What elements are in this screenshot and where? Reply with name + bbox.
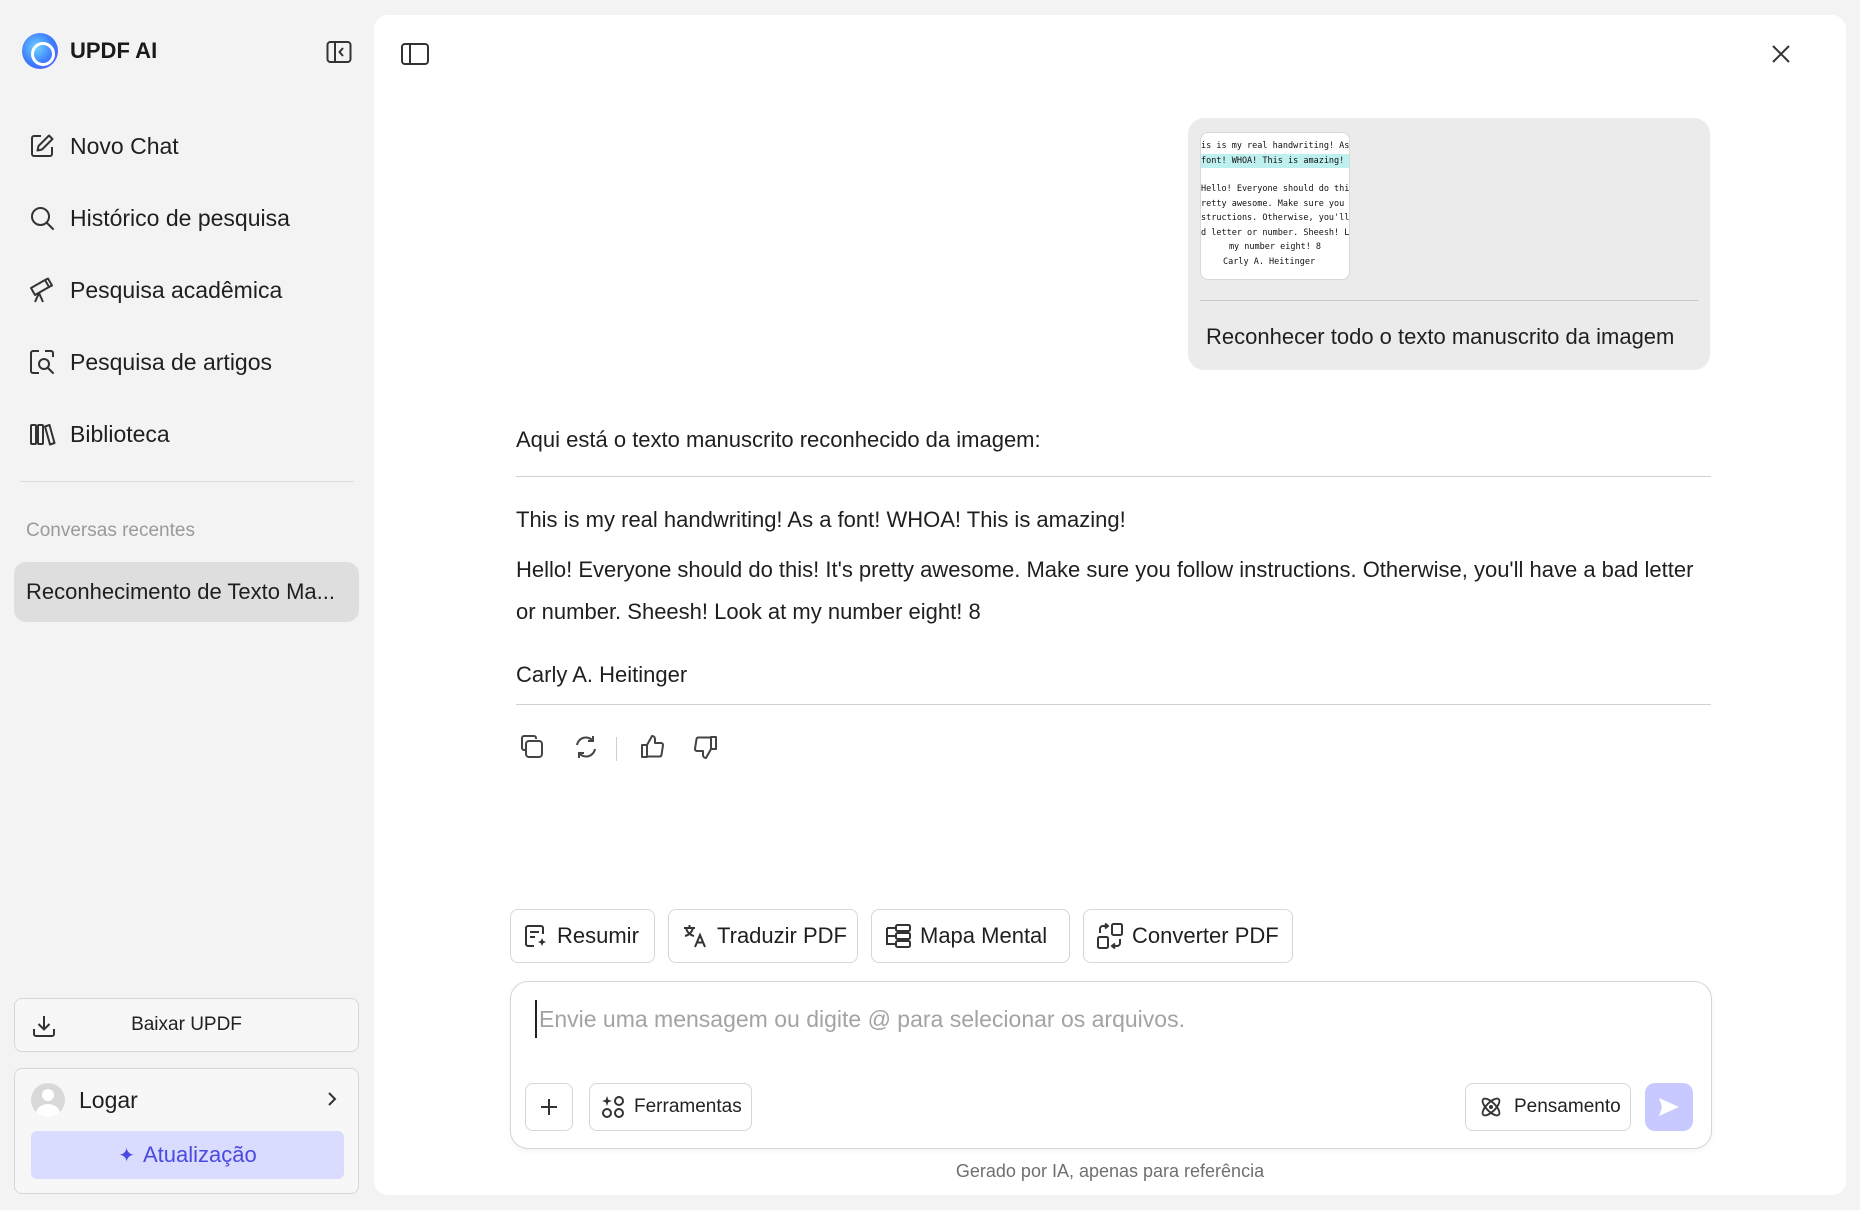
bubble-divider: [1200, 300, 1698, 301]
tools-button[interactable]: Ferramentas: [589, 1083, 752, 1131]
thumbnail-line: is is my real handwriting! As a: [1201, 141, 1350, 151]
thumbnail-line: retty awesome. Make sure you follo: [1201, 198, 1349, 209]
answer-divider: [516, 476, 1711, 477]
summarize-button[interactable]: Resumir: [510, 909, 655, 963]
download-icon: [31, 1013, 57, 1045]
assistant-intro: Aqui está o texto manuscrito reconhecido…: [516, 427, 1041, 452]
sparkle-icon: ✦: [118, 1144, 135, 1167]
message-input[interactable]: [535, 1000, 1635, 1038]
search-icon: [28, 204, 56, 232]
updf-ai-window: UPDF AI Novo Chat Histórico de pesquisa: [0, 0, 1860, 1210]
plus-icon: [541, 1099, 557, 1115]
sidebar-divider: [20, 481, 354, 482]
atom-icon: [1478, 1094, 1504, 1120]
copy-icon: [521, 735, 543, 758]
thumbs-up-button[interactable]: [636, 731, 668, 763]
telescope-icon: [28, 276, 56, 304]
sidebar: UPDF AI Novo Chat Histórico de pesquisa: [0, 0, 374, 1210]
mind-map-button[interactable]: Mapa Mental: [871, 909, 1070, 963]
chevron-right-icon[interactable]: [325, 1089, 339, 1114]
answer-paragraph: Carly A. Heitinger: [516, 662, 688, 687]
thumbnail-gap: [1201, 168, 1349, 182]
convert-pdf-button[interactable]: Converter PDF: [1083, 909, 1293, 963]
thumbs-up-icon: [641, 735, 664, 758]
sidebar-item-label: Biblioteca: [70, 420, 170, 447]
sidebar-item-novo-chat[interactable]: Novo Chat: [28, 110, 290, 182]
close-icon: [1772, 45, 1790, 63]
regenerate-button[interactable]: [570, 731, 602, 763]
sidebar-item-pesquisa-academica[interactable]: Pesquisa acadêmica: [28, 254, 290, 326]
message-composer: Ferramentas Pensamento: [510, 981, 1712, 1149]
sidebar-item-label: Pesquisa de artigos: [70, 348, 273, 375]
quick-action-label: Converter PDF: [1132, 923, 1279, 948]
download-label: Baixar UPDF: [131, 1014, 242, 1035]
sidebar-nav: Novo Chat Histórico de pesquisa Pesquisa…: [28, 110, 290, 470]
thumbnail-line: my number eight! 8: [1228, 242, 1322, 252]
thumbnail-line: font! WHOA! This is amazing!: [1201, 153, 1349, 168]
sidebar-item-label: Histórico de pesquisa: [70, 204, 290, 231]
sidebar-item-label: Novo Chat: [70, 132, 179, 159]
summarize-icon: [523, 923, 549, 949]
quick-action-label: Resumir: [557, 923, 639, 948]
answer-paragraph: Hello! Everyone should do this! It's pre…: [516, 557, 1694, 624]
thumbnail-line: Hello! Everyone should do this! It's: [1201, 184, 1350, 194]
chat-panel: is is my real handwriting! As a font! WH…: [374, 15, 1846, 1195]
thinking-label: Pensamento: [1514, 1096, 1621, 1117]
library-icon: [28, 420, 56, 448]
thumbnail-line: Carly A. Heitinger: [1223, 256, 1316, 267]
sidebar-item-label: Pesquisa acadêmica: [70, 276, 283, 303]
mind-map-icon: [884, 923, 912, 949]
upgrade-label: Atualização: [143, 1142, 257, 1167]
sidebar-item-historico[interactable]: Histórico de pesquisa: [28, 182, 290, 254]
actions-separator: [616, 737, 617, 761]
collapse-sidebar-icon: [326, 41, 352, 63]
brand: UPDF AI: [22, 33, 157, 69]
login-button[interactable]: Logar: [79, 1087, 138, 1114]
thinking-toggle-button[interactable]: Pensamento: [1465, 1083, 1631, 1131]
refresh-icon: [576, 736, 596, 758]
tools-grid-icon: [600, 1094, 626, 1120]
send-icon: [1659, 1098, 1679, 1116]
login-card: Logar ✦ Atualização: [14, 1068, 359, 1194]
recent-conversation-item[interactable]: Reconhecimento de Texto Ma...: [14, 562, 359, 622]
avatar-icon: [31, 1083, 65, 1117]
thumbnail-line: structions. Otherwise, you'll have a: [1201, 213, 1350, 223]
attached-image-thumbnail[interactable]: is is my real handwriting! As a font! WH…: [1200, 132, 1350, 280]
upgrade-button[interactable]: ✦ Atualização: [31, 1131, 344, 1179]
panel-layout-icon: [401, 43, 429, 65]
recent-conversations-title: Conversas recentes: [26, 520, 195, 541]
quick-action-label: Mapa Mental: [920, 923, 1048, 948]
brand-name: UPDF AI: [70, 38, 158, 63]
answer-paragraph: This is my real handwriting! As a font! …: [516, 507, 1126, 532]
document-search-icon: [28, 348, 56, 376]
tools-label: Ferramentas: [634, 1096, 742, 1117]
sidebar-item-pesquisa-artigos[interactable]: Pesquisa de artigos: [28, 326, 290, 398]
user-message-bubble: is is my real handwriting! As a font! WH…: [1188, 118, 1710, 370]
thumbs-down-icon: [694, 736, 717, 759]
send-button[interactable]: [1645, 1083, 1693, 1131]
sidebar-item-biblioteca[interactable]: Biblioteca: [28, 398, 290, 470]
thumbnail-line: d letter or number. Sheesh! Look a: [1201, 227, 1350, 238]
user-message-text: Reconhecer todo o texto manuscrito da im…: [1206, 324, 1675, 349]
convert-icon: [1096, 922, 1124, 950]
answer-divider: [516, 704, 1711, 705]
toggle-panel-button[interactable]: [400, 41, 430, 72]
translate-pdf-button[interactable]: Traduzir PDF: [668, 909, 858, 963]
translate-icon: [681, 923, 709, 949]
ai-disclaimer: Gerado por IA, apenas para referência: [955, 1161, 1265, 1181]
edit-icon: [28, 132, 56, 160]
collapse-sidebar-button[interactable]: [326, 40, 352, 64]
add-attachment-button[interactable]: [525, 1083, 573, 1131]
copy-button[interactable]: [516, 731, 548, 763]
thumbs-down-button[interactable]: [690, 731, 722, 763]
download-updf-button[interactable]: Baixar UPDF: [14, 998, 359, 1052]
quick-action-label: Traduzir PDF: [717, 923, 847, 948]
close-button[interactable]: [1768, 41, 1794, 67]
updf-logo-icon: [22, 33, 58, 69]
